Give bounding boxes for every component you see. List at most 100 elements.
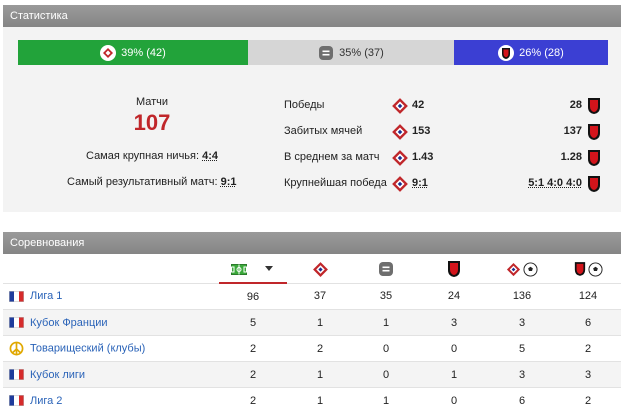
stat-row-goals: Забитых мячей 153 137 — [284, 123, 604, 141]
stat-label: В среднем за матч — [284, 151, 380, 163]
competitions-table: Лига 1 96 37 35 24 136 124 Кубок Франции… — [3, 256, 621, 413]
draw-icon — [379, 262, 393, 277]
outcome-bar: 39% (42) 35% (37) 26% (28) — [18, 40, 608, 65]
column-header-home-goals[interactable] — [489, 256, 555, 283]
cell-home-wins: 1 — [287, 387, 353, 413]
table-row[interactable]: Кубок лиги 2 1 0 1 3 3 — [3, 361, 621, 388]
stat-row-wins: Победы 42 28 — [284, 97, 604, 115]
cell-draws: 1 — [353, 309, 419, 336]
cell-home-goals: 5 — [489, 335, 555, 362]
competition-name[interactable]: Лига 2 — [30, 395, 62, 407]
rennes-crest-icon — [448, 261, 460, 278]
cell-draws: 1 — [353, 387, 419, 413]
cell-matches: 2 — [219, 335, 287, 362]
draw-icon — [319, 45, 334, 60]
lille-crest-icon — [392, 98, 408, 114]
biggest-draw-value[interactable]: 4:4 — [202, 150, 218, 162]
column-header-home-wins[interactable] — [287, 256, 353, 283]
stat-row-average: В среднем за матч 1.43 1.28 — [284, 149, 604, 167]
cell-matches: 96 — [219, 282, 287, 310]
stat-away-value: 1.28 — [560, 151, 582, 163]
home-wins-text: 39% (42) — [121, 46, 166, 59]
stat-home-value: 42 — [412, 99, 425, 111]
statistics-header: Статистика — [3, 5, 621, 27]
cell-draws: 0 — [353, 361, 419, 388]
competition-name[interactable]: Кубок лиги — [30, 369, 85, 381]
biggest-draw: Самая крупная ничья: 4:4 — [86, 150, 218, 162]
pitch-icon — [231, 263, 247, 275]
cell-draws: 0 — [353, 335, 419, 362]
competition-name-cell[interactable]: Кубок лиги — [3, 361, 219, 388]
cell-home-goals: 3 — [489, 309, 555, 336]
lille-crest-icon — [392, 150, 408, 166]
cell-away-goals: 3 — [555, 361, 621, 388]
stat-label: Победы — [284, 99, 325, 111]
cell-home-wins: 2 — [287, 335, 353, 362]
cell-home-wins: 37 — [287, 282, 353, 310]
cell-away-goals: 2 — [555, 335, 621, 362]
competition-name-cell[interactable]: Лига 2 — [3, 387, 219, 413]
competition-name[interactable]: Товарищеский (клубы) — [30, 342, 145, 354]
ball-icon — [587, 262, 603, 277]
table-row[interactable]: Лига 2 2 1 1 0 6 2 — [3, 387, 621, 413]
matches-label: Матчи — [135, 96, 169, 108]
table-header-row — [3, 256, 621, 284]
highest-scoring-value[interactable]: 9:1 — [221, 176, 237, 188]
competition-name-cell[interactable]: Кубок Франции — [3, 309, 219, 336]
competition-name[interactable]: Лига 1 — [30, 290, 62, 302]
stat-label: Крупнейшая победа — [284, 177, 387, 189]
rennes-crest-icon — [588, 150, 600, 166]
home-wins-segment: 39% (42) — [18, 40, 248, 65]
column-header-matches[interactable] — [219, 256, 287, 284]
competition-name[interactable]: Кубок Франции — [30, 317, 108, 329]
ball-icon — [523, 262, 538, 277]
peace-icon — [9, 341, 24, 356]
cell-away-wins: 3 — [419, 309, 489, 336]
cell-home-wins: 1 — [287, 361, 353, 388]
table-row[interactable]: Товарищеский (клубы) 2 2 0 0 5 2 — [3, 335, 621, 362]
stat-away-value[interactable]: 5:1 4:0 4:0 — [528, 177, 582, 189]
cell-home-goals: 6 — [489, 387, 555, 413]
highest-scoring-label: Самый результативный матч: — [67, 176, 218, 188]
cell-away-wins: 1 — [419, 361, 489, 388]
cell-home-goals: 136 — [489, 282, 555, 310]
cell-home-wins: 1 — [287, 309, 353, 336]
competitions-header: Соревнования — [3, 232, 621, 254]
cell-matches: 2 — [219, 387, 287, 413]
stat-label: Забитых мячей — [284, 125, 363, 137]
cell-away-goals: 2 — [555, 387, 621, 413]
table-row[interactable]: Лига 1 96 37 35 24 136 124 — [3, 282, 621, 310]
lille-crest-icon — [100, 44, 117, 61]
table-row[interactable]: Кубок Франции 5 1 1 3 3 6 — [3, 309, 621, 336]
rennes-crest-icon — [588, 176, 600, 192]
competition-name-cell[interactable]: Товарищеский (клубы) — [3, 335, 219, 362]
column-header-draws[interactable] — [353, 256, 419, 283]
france-flag-icon — [9, 290, 24, 302]
competitions-title: Соревнования — [10, 237, 85, 249]
stat-home-value: 1.43 — [412, 151, 434, 163]
column-header-away-wins[interactable] — [419, 256, 489, 283]
cell-away-wins: 24 — [419, 282, 489, 310]
rennes-crest-icon — [498, 44, 515, 61]
cell-home-goals: 3 — [489, 361, 555, 388]
draws-text: 35% (37) — [339, 46, 384, 59]
lille-crest-icon — [506, 262, 521, 276]
stat-home-value: 153 — [412, 125, 431, 137]
column-header-away-goals[interactable] — [555, 256, 621, 283]
away-wins-text: 26% (28) — [519, 46, 564, 59]
france-flag-icon — [9, 369, 24, 381]
cell-away-wins: 0 — [419, 387, 489, 413]
rennes-crest-icon — [588, 98, 600, 114]
rennes-crest-icon — [574, 262, 585, 277]
cell-away-goals: 124 — [555, 282, 621, 310]
stat-home-value[interactable]: 9:1 — [412, 177, 428, 189]
competition-name-cell[interactable]: Лига 1 — [3, 282, 219, 310]
cell-matches: 2 — [219, 361, 287, 388]
lille-crest-icon — [392, 176, 408, 192]
stat-away-value: 137 — [563, 125, 582, 137]
sort-down-icon[interactable] — [263, 265, 275, 273]
france-flag-icon — [9, 317, 24, 329]
stat-row-biggest-win: Крупнейшая победа 9:1 5:1 4:0 4:0 — [284, 175, 604, 193]
france-flag-icon — [9, 395, 24, 407]
stat-away-value: 28 — [569, 99, 582, 111]
